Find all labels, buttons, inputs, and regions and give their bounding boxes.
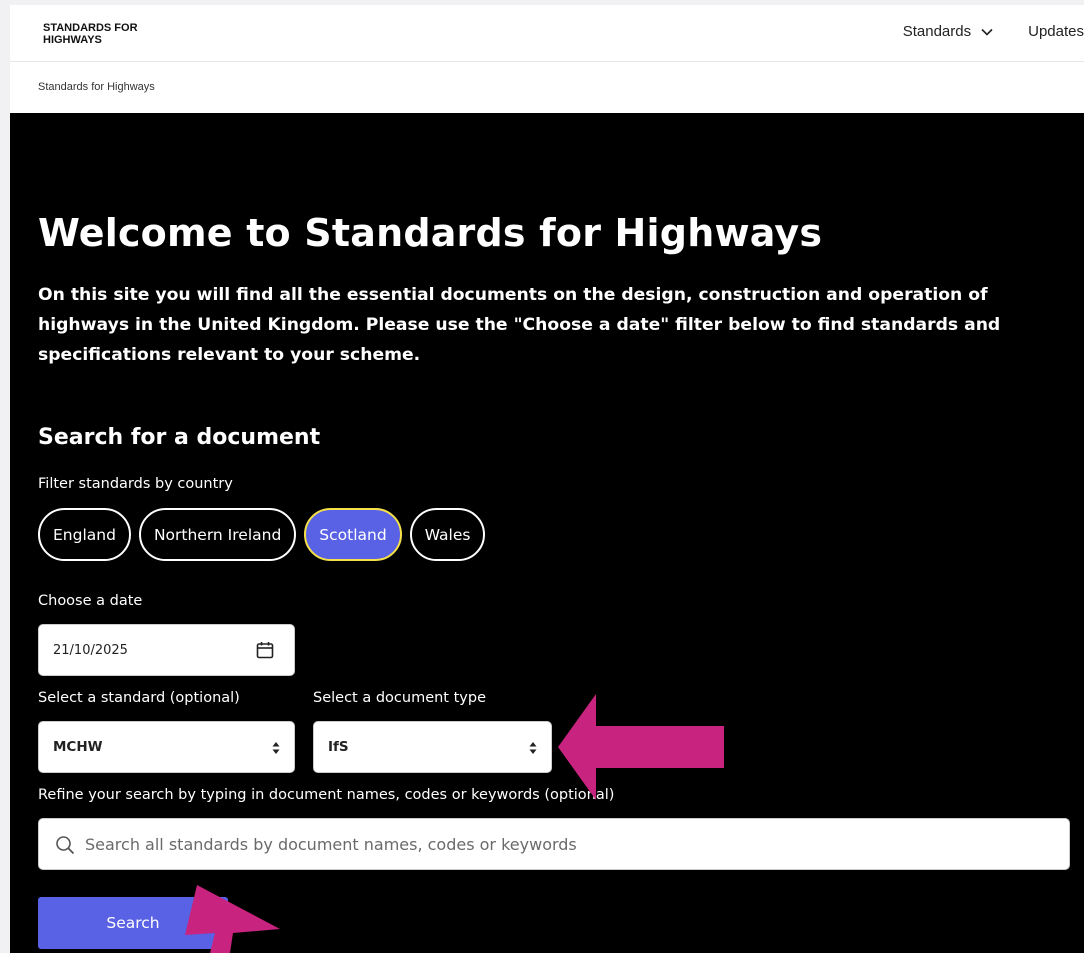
annotation-arrow-icon — [558, 694, 724, 800]
standard-select-value: MCHW — [53, 739, 103, 755]
browser-viewport: STANDARDS FOR HIGHWAYS Standards Updates… — [10, 5, 1084, 953]
annotation-arrow-icon — [185, 885, 280, 953]
standard-select[interactable]: MCHW — [38, 721, 295, 773]
doctype-select-label: Select a document type — [313, 690, 486, 706]
chevron-down-icon — [981, 28, 993, 36]
standard-select-label: Select a standard (optional) — [38, 690, 240, 706]
search-placeholder: Search all standards by document names, … — [85, 834, 577, 854]
main-nav: Standards Updates — [903, 23, 1084, 40]
country-filter-label: Filter standards by country — [38, 476, 233, 492]
nav-updates-label: Updates — [1028, 23, 1084, 40]
select-updown-icon — [272, 742, 280, 754]
nav-standards-label: Standards — [902, 23, 972, 40]
site-logo[interactable]: STANDARDS FOR HIGHWAYS — [43, 22, 183, 46]
refine-search-label: Refine your search by typing in document… — [38, 787, 615, 803]
search-input[interactable]: Search all standards by document names, … — [38, 818, 1070, 870]
doctype-select-value: IfS — [328, 739, 349, 755]
country-pill-wales[interactable]: Wales — [409, 508, 486, 561]
country-pill-northern-ireland[interactable]: Northern Ireland — [138, 508, 297, 561]
date-input[interactable]: 21/10/2025 — [38, 624, 295, 676]
nav-updates-link[interactable]: Updates — [1028, 23, 1084, 40]
date-label: Choose a date — [38, 593, 143, 609]
site-header: STANDARDS FOR HIGHWAYS Standards Updates — [10, 5, 1084, 62]
search-icon — [56, 836, 75, 855]
page-title: Welcome to Standards for Highways — [38, 211, 823, 255]
country-pill-england[interactable]: England — [38, 508, 131, 561]
nav-standards-menu[interactable]: Standards — [903, 23, 993, 40]
breadcrumb[interactable]: Standards for Highways — [38, 81, 155, 93]
hero-section: Welcome to Standards for Highways On thi… — [10, 113, 1084, 953]
hero-intro-text: On this site you will find all the essen… — [38, 285, 1001, 365]
search-heading: Search for a document — [38, 425, 321, 450]
date-value: 21/10/2025 — [53, 642, 128, 658]
calendar-icon[interactable] — [256, 641, 274, 659]
doctype-select[interactable]: IfS — [313, 721, 552, 773]
country-filter-group: England Northern Ireland Scotland Wales — [38, 508, 486, 561]
country-pill-scotland[interactable]: Scotland — [304, 508, 402, 561]
select-updown-icon — [529, 742, 537, 754]
